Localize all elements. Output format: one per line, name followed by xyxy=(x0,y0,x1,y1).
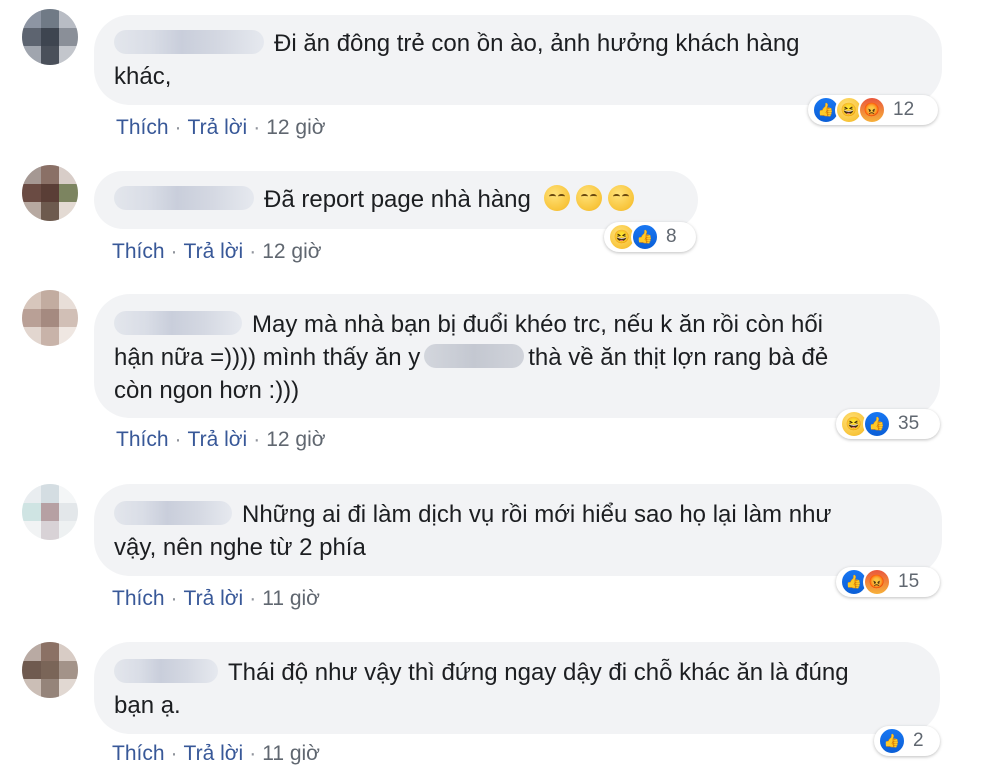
angry-icon: 😡 xyxy=(858,96,886,124)
avatar[interactable] xyxy=(22,165,78,221)
comment-bubble: Đi ăn đông trẻ con ồn ào, ảnh hưởng khác… xyxy=(94,15,942,105)
reply-link[interactable]: Trả lời xyxy=(184,742,244,765)
commenter-name[interactable] xyxy=(114,501,232,525)
like-icon: 👍 xyxy=(863,410,891,438)
avatar[interactable] xyxy=(22,642,78,698)
comment-text-line-1: Đã report page nhà hàng xyxy=(264,186,531,213)
comment-text-line-1: Thái độ như vậy thì đứng ngay dậy đi chỗ… xyxy=(228,659,849,686)
comment-time[interactable]: 11 giờ xyxy=(262,587,320,610)
reaction-count: 15 xyxy=(898,571,920,592)
like-link[interactable]: Thích xyxy=(116,116,169,139)
like-icon: 👍 xyxy=(878,727,906,755)
angry-icon: 😡 xyxy=(863,568,891,596)
comment-actions: Thích · Trả lời · 12 giờ xyxy=(116,428,326,451)
reply-link[interactable]: Trả lời xyxy=(188,116,248,139)
comment-text-line-1: Đi ăn đông trẻ con ồn ào, ảnh hưởng khác… xyxy=(274,30,800,57)
relieved-face-icon xyxy=(575,185,602,211)
comment-text-line-3: còn ngon hơn :))) xyxy=(114,377,300,404)
commenter-name[interactable] xyxy=(114,186,254,210)
commenter-name[interactable] xyxy=(114,311,242,335)
comment-time[interactable]: 12 giờ xyxy=(266,116,325,139)
reaction-count: 8 xyxy=(666,226,677,247)
relieved-face-icon xyxy=(543,185,570,211)
comment-text-line-2: khác, xyxy=(114,63,172,90)
reaction-summary[interactable]: 😆 👍 8 xyxy=(604,222,696,252)
comment-text-line-2b: thà về ăn thịt lợn rang bà đẻ xyxy=(528,344,829,371)
reaction-summary[interactable]: 👍 😆 😡 12 xyxy=(808,95,938,125)
comment-time[interactable]: 11 giờ xyxy=(262,742,320,765)
reply-link[interactable]: Trả lời xyxy=(184,240,244,263)
comment-text-line-1: Những ai đi làm dịch vụ rồi mới hiểu sao… xyxy=(242,501,832,528)
avatar[interactable] xyxy=(22,290,78,346)
reply-link[interactable]: Trả lời xyxy=(184,587,244,610)
like-link[interactable]: Thích xyxy=(112,742,165,765)
comment-bubble: May mà nhà bạn bị đuổi khéo trc, nếu k ă… xyxy=(94,294,940,418)
commenter-name[interactable] xyxy=(114,659,218,683)
comment-text-line-2a: hận nữa =)))) mình thấy ăn y xyxy=(114,344,421,371)
reaction-summary[interactable]: 👍 2 xyxy=(874,726,940,756)
comment-text-line-2: bạn ạ. xyxy=(114,692,181,719)
reaction-count: 2 xyxy=(913,730,924,751)
reaction-summary[interactable]: 👍 😡 15 xyxy=(836,567,940,597)
like-link[interactable]: Thích xyxy=(112,587,165,610)
blurred-text xyxy=(424,344,525,368)
like-link[interactable]: Thích xyxy=(116,428,169,451)
like-icon: 👍 xyxy=(631,223,659,251)
reaction-count: 35 xyxy=(898,413,920,434)
comment-time[interactable]: 12 giờ xyxy=(266,428,325,451)
commenter-name[interactable] xyxy=(114,30,264,54)
relieved-face-icon xyxy=(607,185,634,211)
comment-bubble: Đã report page nhà hàng xyxy=(94,171,698,229)
comment-actions: Thích · Trả lời · 11 giờ xyxy=(112,742,320,765)
comment-actions: Thích · Trả lời · 11 giờ xyxy=(112,587,320,610)
reaction-summary[interactable]: 😆 👍 35 xyxy=(836,409,940,439)
avatar[interactable] xyxy=(22,9,78,65)
like-link[interactable]: Thích xyxy=(112,240,165,263)
reply-link[interactable]: Trả lời xyxy=(188,428,248,451)
comment-bubble: Thái độ như vậy thì đứng ngay dậy đi chỗ… xyxy=(94,642,940,734)
comment-time[interactable]: 12 giờ xyxy=(262,240,321,263)
comment-text-line-2: vậy, nên nghe từ 2 phía xyxy=(114,534,366,561)
comment-actions: Thích · Trả lời · 12 giờ xyxy=(112,240,322,263)
avatar[interactable] xyxy=(22,484,78,540)
comment-bubble: Những ai đi làm dịch vụ rồi mới hiểu sao… xyxy=(94,484,942,576)
reaction-count: 12 xyxy=(893,99,915,120)
comment-text-line-1: May mà nhà bạn bị đuổi khéo trc, nếu k ă… xyxy=(252,311,824,338)
comment-actions: Thích · Trả lời · 12 giờ xyxy=(116,116,326,139)
